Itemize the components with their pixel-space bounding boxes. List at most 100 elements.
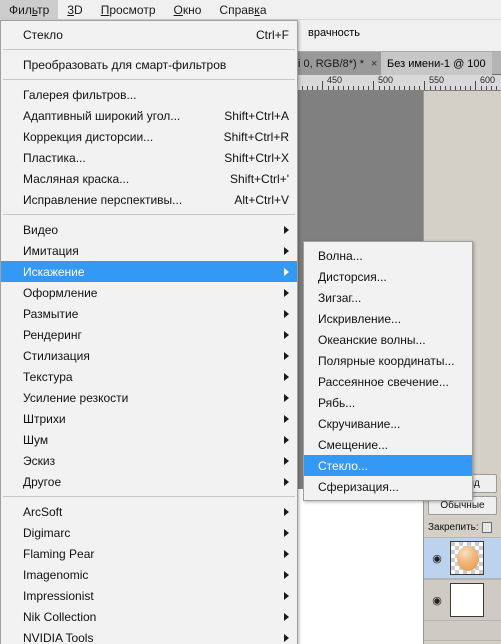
menu-item-digimarc[interactable]: Digimarc <box>1 522 297 543</box>
menu-item-коррекция-дисторсии-[interactable]: Коррекция дисторсии... Shift+Ctrl+R <box>1 126 297 147</box>
lock-label: Закрепить: <box>428 521 479 533</box>
menu-item-эскиз[interactable]: Эскиз <box>1 450 297 471</box>
lock-transparency-icon[interactable] <box>481 521 492 533</box>
submenu-item-полярные-координаты-[interactable]: Полярные координаты... <box>304 350 472 371</box>
eye-icon[interactable]: ◉ <box>424 594 450 607</box>
menu-item-рендеринг[interactable]: Рендеринг <box>1 324 297 345</box>
menu-item-имитация[interactable]: Имитация <box>1 240 297 261</box>
layer-thumbnail-content <box>457 546 479 571</box>
layer-thumbnail[interactable] <box>450 541 484 575</box>
submenu-item-зигзаг-[interactable]: Зигзаг... <box>304 287 472 308</box>
menu-item-shortcut: Shift+Ctrl+R <box>223 129 289 144</box>
submenu-item-стекло-[interactable]: Стекло... <box>304 455 472 476</box>
menu-item-label: Nik Collection <box>23 609 97 624</box>
ruler-tick-minor <box>450 86 451 90</box>
submenu-item-сферизация-[interactable]: Сферизация... <box>304 476 472 497</box>
ruler-tick-minor <box>363 86 364 90</box>
menu-item-галерея-фильтров-[interactable]: Галерея фильтров... <box>1 84 297 105</box>
submenu-item-label: Стекло... <box>318 458 368 473</box>
ruler-label: 500 <box>378 75 394 85</box>
eye-icon[interactable]: ◉ <box>424 552 450 565</box>
menubar-item-help[interactable]: Справка <box>210 0 275 19</box>
menu-item-label: Digimarc <box>23 525 71 540</box>
layer-thumbnail[interactable] <box>450 583 484 617</box>
menubar-item-filter[interactable]: Фильтр <box>0 0 59 19</box>
ruler-tick-major <box>424 81 425 90</box>
distort-submenu-panel[interactable]: Волна... Дисторсия... Зигзаг... Искривление… <box>303 241 473 501</box>
chevron-right-icon <box>284 414 289 423</box>
layer-list-tail <box>424 621 501 641</box>
menu-item-shortcut: Shift+Ctrl+A <box>224 108 289 123</box>
menu-item-стекло[interactable]: Стекло Ctrl+F <box>1 24 297 45</box>
chevron-right-icon <box>284 225 289 234</box>
menu-item-flaming-pear[interactable]: Flaming Pear <box>1 543 297 564</box>
submenu-item-рябь-[interactable]: Рябь... <box>304 392 472 413</box>
ruler-tick-minor <box>317 86 318 90</box>
menu-item-label: Стекло <box>23 27 63 42</box>
close-icon[interactable]: × <box>371 58 377 70</box>
menu-item-штрихи[interactable]: Штрихи <box>1 408 297 429</box>
menu-item-видео[interactable]: Видео <box>1 219 297 240</box>
menu-item-imagenomic[interactable]: Imagenomic <box>1 564 297 585</box>
submenu-item-дисторсия-[interactable]: Дисторсия... <box>304 266 472 287</box>
ruler-tick-minor <box>328 86 329 90</box>
menu-item-label: ArcSoft <box>23 504 63 519</box>
ruler-tick-minor <box>465 86 466 90</box>
ruler-tick-major <box>475 81 476 90</box>
menu-item-другое[interactable]: Другое <box>1 471 297 492</box>
submenu-item-искривление-[interactable]: Искривление... <box>304 308 472 329</box>
menu-item-стилизация[interactable]: Стилизация <box>1 345 297 366</box>
menubar-item-3d[interactable]: 3D <box>58 0 91 19</box>
menu-item-шум[interactable]: Шум <box>1 429 297 450</box>
ruler-tick-minor <box>486 86 487 90</box>
ruler-tick-minor <box>399 86 400 90</box>
menu-item-shortcut: Alt+Ctrl+V <box>234 192 289 207</box>
ruler-tick-minor <box>394 86 395 90</box>
menu-item-label: Усиление резкости <box>23 390 129 405</box>
submenu-item-скручивание-[interactable]: Скручивание... <box>304 413 472 434</box>
menu-item-искажение[interactable]: Искажение <box>1 261 297 282</box>
submenu-item-волна-[interactable]: Волна... <box>304 245 472 266</box>
menu-item-arcsoft[interactable]: ArcSoft <box>1 501 297 522</box>
menu-item-label: NVIDIA Tools <box>23 630 94 644</box>
menubar-item-window[interactable]: Окно <box>165 0 211 19</box>
menu-item-nik-collection[interactable]: Nik Collection <box>1 606 297 627</box>
submenu-item-label: Зигзаг... <box>318 290 362 305</box>
layer-row[interactable]: ◉ <box>424 579 501 621</box>
menu-item-label: Искажение <box>23 264 85 279</box>
document-tab-active[interactable]: Без имени-1 @ 100 <box>381 52 492 75</box>
menu-item-shortcut: Ctrl+F <box>256 27 289 42</box>
menu-item-исправление-перспективы-[interactable]: Исправление перспективы... Alt+Ctrl+V <box>1 189 297 210</box>
menu-item-текстура[interactable]: Текстура <box>1 366 297 387</box>
chevron-right-icon <box>284 267 289 276</box>
submenu-item-label: Волна... <box>318 248 363 263</box>
menu-item-пластика-[interactable]: Пластика... Shift+Ctrl+X <box>1 147 297 168</box>
menubar-item-label: 3D <box>67 2 83 17</box>
ruler-tick-minor <box>419 86 420 90</box>
submenu-item-смещение-[interactable]: Смещение... <box>304 434 472 455</box>
submenu-item-label: Рассеянное свечение... <box>318 374 449 389</box>
menu-item-impressionist[interactable]: Impressionist <box>1 585 297 606</box>
menu-item-оформление[interactable]: Оформление <box>1 282 297 303</box>
menu-item-адаптивный-широкий-угол-[interactable]: Адаптивный широкий угол... Shift+Ctrl+A <box>1 105 297 126</box>
document-tab-inactive[interactable]: i 0, RGB/8*) * × <box>292 52 384 75</box>
menubar-item-view[interactable]: Просмотр <box>92 0 165 19</box>
menu-item-размытие[interactable]: Размытие <box>1 303 297 324</box>
submenu-item-рассеянное-свечение-[interactable]: Рассеянное свечение... <box>304 371 472 392</box>
menu-item-shortcut: Shift+Ctrl+' <box>230 171 289 186</box>
ruler-tick-minor <box>379 86 380 90</box>
ruler-tick-minor <box>414 86 415 90</box>
submenu-item-label: Скручивание... <box>318 416 401 431</box>
submenu-item-океанские-волны-[interactable]: Океанские волны... <box>304 329 472 350</box>
ruler-tick-minor <box>389 86 390 90</box>
menu-item-nvidia-tools[interactable]: NVIDIA Tools <box>1 627 297 644</box>
menu-item-преобразовать-для-смарт-фильтров[interactable]: Преобразовать для смарт-фильтров <box>1 54 297 75</box>
submenu-item-label: Океанские волны... <box>318 332 426 347</box>
filter-menu-panel[interactable]: Стекло Ctrl+F Преобразовать для смарт-филь… <box>0 20 298 644</box>
menu-item-усиление-резкости[interactable]: Усиление резкости <box>1 387 297 408</box>
chevron-right-icon <box>284 528 289 537</box>
layer-row[interactable]: ◉ <box>424 537 501 579</box>
lock-controls: Закрепить: <box>428 519 497 535</box>
menu-item-масляная-краска-[interactable]: Масляная краска... Shift+Ctrl+' <box>1 168 297 189</box>
chevron-right-icon <box>284 372 289 381</box>
